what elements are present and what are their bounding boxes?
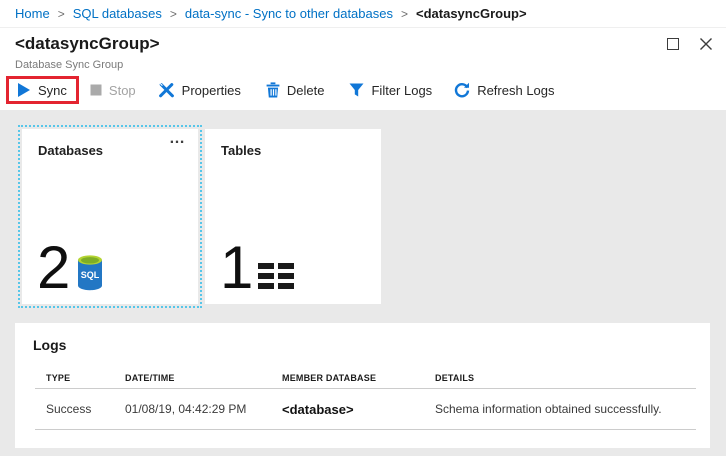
filter-logs-button[interactable]: Filter Logs [349,83,432,98]
log-member-database: <database> [282,402,435,417]
maximize-button[interactable] [665,36,681,52]
trash-icon [266,82,280,98]
play-icon [17,82,31,98]
logs-header-row: TYPE DATE/TIME MEMBER DATABASE DETAILS [15,367,710,388]
delete-label: Delete [287,83,325,98]
top-panel: Home > SQL databases > data-sync - Sync … [0,0,726,110]
logs-card: Logs TYPE DATE/TIME MEMBER DATABASE DETA… [15,323,710,448]
logs-col-datetime: DATE/TIME [125,373,282,383]
breadcrumb-separator: > [401,7,408,21]
refresh-logs-label: Refresh Logs [477,83,554,98]
tools-icon [158,82,175,99]
database-sync-group-blade: Home > SQL databases > data-sync - Sync … [0,0,726,456]
breadcrumb: Home > SQL databases > data-sync - Sync … [0,0,726,28]
databases-count: 2 [37,244,68,292]
tables-tile-title: Tables [221,143,261,158]
databases-tile-metric: 2 SQL [37,244,105,292]
close-icon [699,37,713,51]
stop-button[interactable]: Stop [90,83,136,98]
databases-tile[interactable]: Databases … 2 SQL [22,129,198,304]
log-row: Success 01/08/19, 04:42:29 PM <database>… [15,389,710,429]
log-row-divider [35,429,696,430]
breadcrumb-current-datasyncgroup: <datasyncGroup> [416,6,527,21]
sync-button[interactable]: Sync [17,82,67,98]
stop-label: Stop [109,83,136,98]
tables-tile[interactable]: Tables 1 [205,129,381,304]
logs-title: Logs [15,323,710,353]
tables-count: 1 [220,244,251,292]
delete-button[interactable]: Delete [266,82,325,98]
page-subtitle: Database Sync Group [15,59,726,71]
logs-col-member-database: MEMBER DATABASE [282,373,435,383]
refresh-icon [454,82,470,98]
properties-button[interactable]: Properties [158,82,241,99]
window-controls [665,36,714,52]
close-button[interactable] [698,36,714,52]
sql-database-icon: SQL [75,254,105,292]
properties-label: Properties [182,83,241,98]
sync-label: Sync [38,83,67,98]
maximize-icon [667,38,679,50]
svg-text:SQL: SQL [81,270,100,280]
filter-icon [349,83,364,97]
refresh-logs-button[interactable]: Refresh Logs [454,82,554,98]
tables-tile-metric: 1 [220,244,294,292]
stop-icon [90,84,102,96]
breadcrumb-home[interactable]: Home [15,6,50,21]
databases-tile-title: Databases [38,143,103,158]
log-type: Success [46,402,125,416]
breadcrumb-sql-databases[interactable]: SQL databases [73,6,162,21]
breadcrumb-separator: > [58,7,65,21]
log-datetime: 01/08/19, 04:42:29 PM [125,402,282,416]
logs-col-type: TYPE [46,373,125,383]
tiles-row: Databases … 2 SQL Tables 1 [22,129,381,304]
command-toolbar: Sync Stop Properties [0,71,726,109]
breadcrumb-data-sync[interactable]: data-sync - Sync to other databases [185,6,393,21]
tables-grid-icon [258,263,294,290]
breadcrumb-separator: > [170,7,177,21]
filter-logs-label: Filter Logs [371,83,432,98]
logs-col-details: DETAILS [435,373,710,383]
log-details: Schema information obtained successfully… [435,402,710,416]
blade-header: <datasyncGroup> Database Sync Group [0,28,726,71]
page-title: <datasyncGroup> [15,34,726,54]
ellipsis-menu-icon[interactable]: … [169,131,186,147]
sync-highlight-box: Sync [6,76,79,104]
